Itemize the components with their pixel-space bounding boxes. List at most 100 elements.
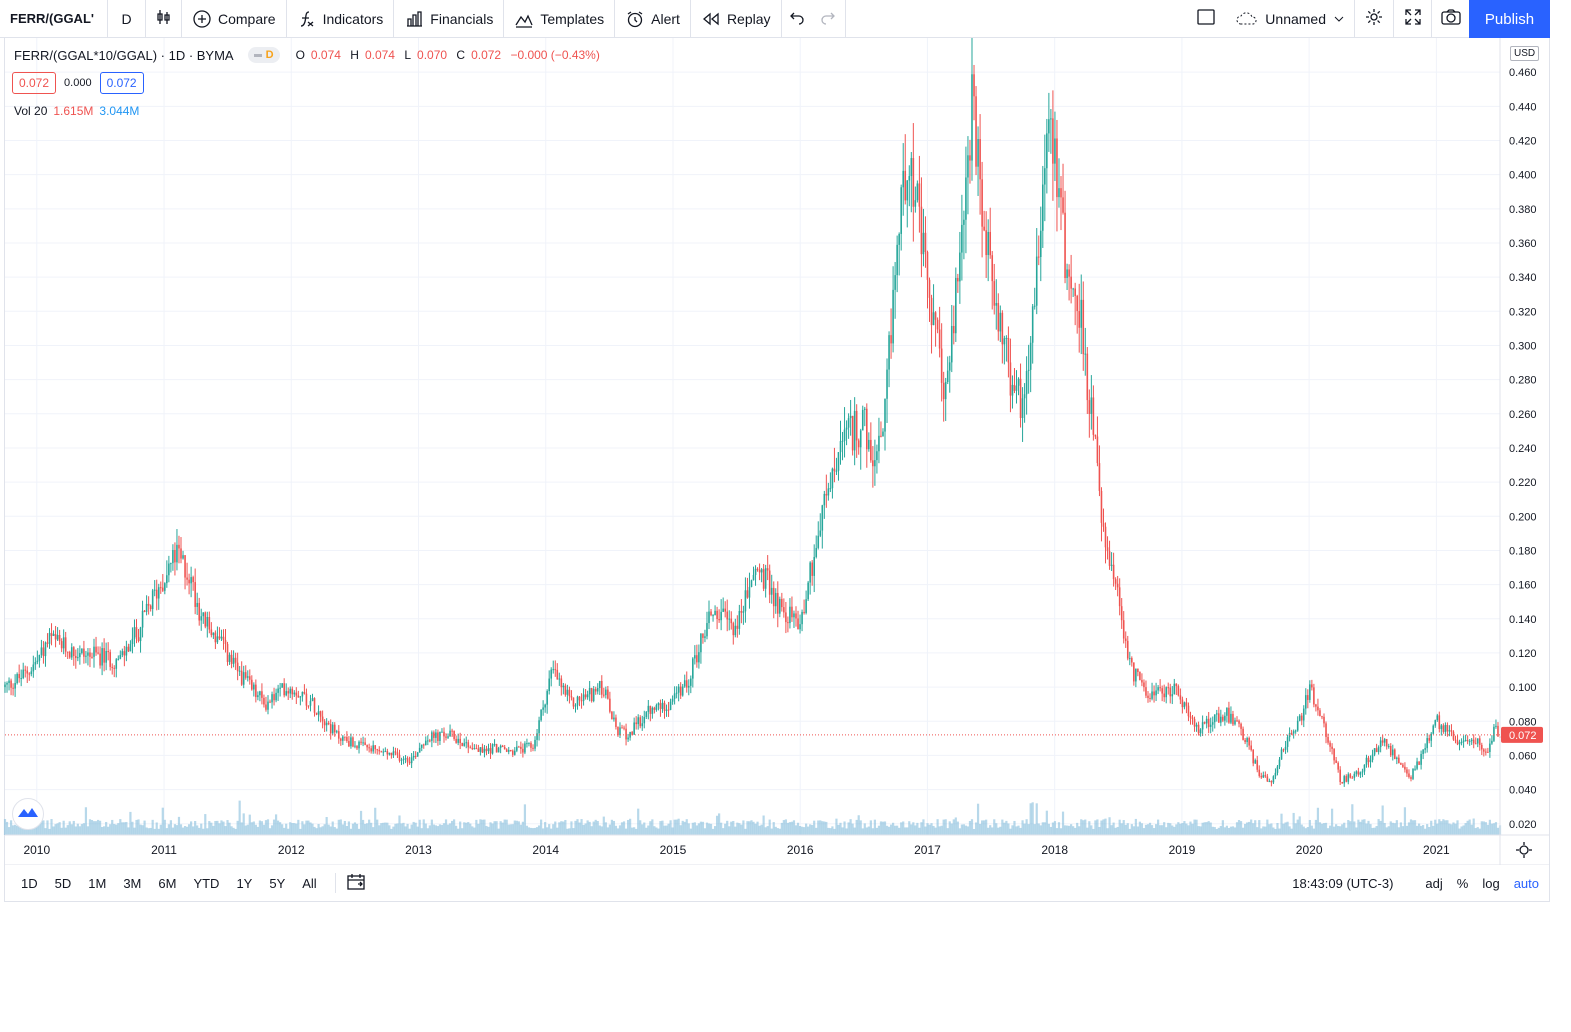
axis-settings-icon[interactable] [1516, 842, 1532, 858]
volume-bar [101, 826, 104, 835]
candle-body [621, 727, 623, 729]
candle-body [321, 716, 324, 722]
candle-body [161, 587, 164, 591]
volume-legend[interactable]: Vol 20 1.615M 3.044M [14, 104, 139, 118]
range-3m[interactable]: 3M [114, 876, 149, 891]
range-1d[interactable]: 1D [12, 876, 46, 891]
range-1m[interactable]: 1M [79, 876, 114, 891]
compare-button[interactable]: Compare [182, 0, 287, 38]
volume-bar [463, 822, 466, 835]
volume-bar [1391, 822, 1394, 835]
settings-button[interactable] [1355, 0, 1393, 38]
volume-bar [1136, 826, 1139, 835]
volume-bar [618, 825, 622, 835]
candle-body [232, 657, 235, 664]
candle-body [754, 568, 757, 575]
volume-bar [1472, 818, 1475, 835]
buy-price-button[interactable]: 0.072 [99, 72, 144, 94]
range-6m[interactable]: 6M [149, 876, 184, 891]
candle-body [1230, 713, 1232, 723]
candle-body [1159, 687, 1161, 689]
volume-bar [626, 819, 630, 835]
delay-badge[interactable]: D [247, 47, 280, 63]
auto-scale-toggle[interactable]: auto [1514, 876, 1539, 891]
candle-body [1189, 716, 1192, 718]
volume-bar [1278, 828, 1281, 835]
candle-body [983, 226, 985, 231]
fullscreen-button[interactable] [1393, 0, 1431, 38]
candle-body [1177, 686, 1180, 696]
volume-bar [355, 823, 359, 835]
bar-style-button[interactable] [146, 0, 182, 38]
volume-bar [685, 819, 688, 835]
range-5y[interactable]: 5Y [260, 876, 293, 891]
volume-bar [1051, 822, 1055, 835]
volume-bar [768, 819, 771, 835]
candle-body [311, 698, 314, 701]
range-all[interactable]: All [293, 876, 324, 891]
volume-bar [885, 825, 889, 835]
main-series-legend[interactable]: FERR/(GGAL*10/GGAL) · 1D · BYMA D O 0.074… [14, 47, 606, 63]
candle-body [412, 755, 415, 758]
alert-button[interactable]: Alert [615, 0, 691, 38]
redo-button[interactable] [812, 0, 846, 38]
volume-bar [1244, 823, 1247, 835]
candle-body [1029, 342, 1032, 370]
templates-button[interactable]: Templates [504, 0, 616, 38]
price-chart[interactable]: 0.0200.0400.0600.0800.1000.1200.1400.160… [0, 38, 1550, 865]
y-tick-label: 0.340 [1509, 272, 1537, 284]
tradingview-logo[interactable] [12, 798, 44, 830]
volume-bar [580, 819, 583, 835]
volume-bar [1492, 823, 1496, 835]
publish-button[interactable]: Publish [1469, 0, 1550, 38]
range-ytd[interactable]: YTD [184, 876, 227, 891]
clock-readout[interactable]: 18:43:09 (UTC-3) [1292, 876, 1393, 891]
volume-bar [981, 820, 984, 835]
adj-toggle[interactable]: adj [1425, 876, 1442, 891]
symbol-search-button[interactable]: FERR/(GGAL' [0, 0, 108, 38]
volume-bar [1035, 803, 1038, 835]
candle-body [279, 687, 281, 689]
candle-body [285, 691, 287, 696]
layout-name-button[interactable]: Unnamed [1225, 0, 1355, 38]
candle-body [728, 618, 731, 620]
volume-bar [438, 824, 442, 835]
undo-button[interactable] [782, 0, 812, 38]
candle-body [220, 636, 223, 639]
candle-body [1438, 715, 1441, 730]
volume-bar [1189, 821, 1192, 835]
financials-button[interactable]: Financials [394, 0, 505, 38]
candle-body [825, 493, 828, 496]
goto-date-button[interactable] [346, 873, 366, 894]
candle-body [1240, 723, 1242, 729]
interval-button[interactable]: D [108, 0, 146, 38]
volume-bar [1387, 826, 1390, 835]
candle-body [394, 751, 397, 753]
volume-bar [90, 820, 94, 835]
percent-toggle[interactable]: % [1457, 876, 1469, 891]
indicators-button[interactable]: Indicators [287, 0, 395, 38]
range-1y[interactable]: 1Y [227, 876, 260, 891]
candle-body [271, 694, 273, 703]
candle-body [313, 698, 316, 713]
sell-price-button[interactable]: 0.072 [12, 72, 57, 94]
volume-bar [1001, 819, 1004, 835]
replay-button[interactable]: Replay [691, 0, 782, 38]
candle-body [20, 678, 22, 680]
currency-label[interactable]: USD [1510, 46, 1540, 61]
volume-bar [829, 828, 832, 835]
screenshot-button[interactable] [1431, 0, 1469, 38]
candle-body [1472, 739, 1475, 744]
range-5d[interactable]: 5D [46, 876, 80, 891]
select-layout-button[interactable] [1187, 0, 1225, 38]
candle-body [1224, 715, 1226, 721]
volume-bar [1114, 827, 1117, 835]
volume-bar [968, 820, 972, 835]
volume-bar [260, 821, 264, 835]
log-toggle[interactable]: log [1482, 876, 1499, 891]
volume-bar [631, 827, 634, 835]
candle-body [1426, 738, 1428, 749]
candle-body [1450, 730, 1453, 732]
volume-bar [833, 828, 836, 835]
volume-bar [1490, 823, 1494, 835]
